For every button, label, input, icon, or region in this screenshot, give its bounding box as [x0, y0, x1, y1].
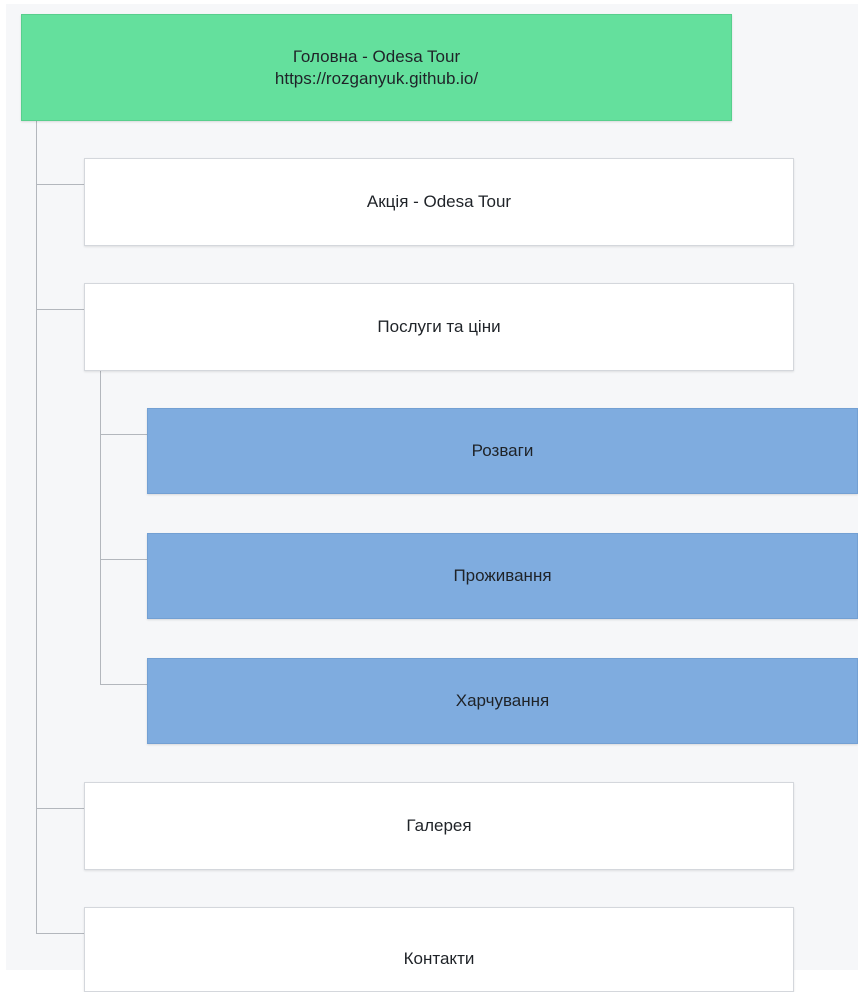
node-label: Акція - Odesa Tour: [366, 192, 512, 211]
connector-subtrunk: [100, 371, 101, 684]
root-title: Головна - Odesa Tour: [292, 46, 461, 66]
sitemap-canvas: Головна - Odesa Tour https://rozganyuk.g…: [0, 0, 858, 992]
node-label: Харчування: [455, 691, 550, 710]
connector-branch-aktsiia: [36, 184, 84, 185]
sitemap-node-prozhyvannia[interactable]: Проживання: [147, 533, 858, 619]
connector-branch-posluhy: [36, 309, 84, 310]
sitemap-node-kharchuvannia[interactable]: Харчування: [147, 658, 858, 744]
connector-branch-halereia: [36, 808, 84, 809]
connector-branch-kharchuvannia: [100, 684, 148, 685]
connector-branch-prozhyvannia: [100, 559, 148, 560]
connector-branch-rozvahy: [100, 434, 148, 435]
connector-branch-kontakty: [36, 933, 84, 934]
sitemap-node-root[interactable]: Головна - Odesa Tour https://rozganyuk.g…: [21, 14, 732, 121]
sitemap-node-halereia[interactable]: Галерея: [84, 782, 794, 870]
root-url: https://rozganyuk.github.io/: [274, 68, 479, 88]
node-label: Контакти: [403, 948, 475, 968]
node-label: Послуги та ціни: [377, 317, 501, 336]
node-label: Розваги: [471, 441, 534, 460]
sitemap-node-kontakty[interactable]: Контакти: [84, 907, 794, 992]
node-label: Галерея: [406, 816, 472, 835]
node-label: Проживання: [453, 566, 552, 585]
sitemap-node-rozvahy[interactable]: Розваги: [147, 408, 858, 494]
sitemap-node-aktsiia[interactable]: Акція - Odesa Tour: [84, 158, 794, 246]
sitemap-node-posluhy[interactable]: Послуги та ціни: [84, 283, 794, 371]
connector-trunk: [36, 121, 37, 933]
